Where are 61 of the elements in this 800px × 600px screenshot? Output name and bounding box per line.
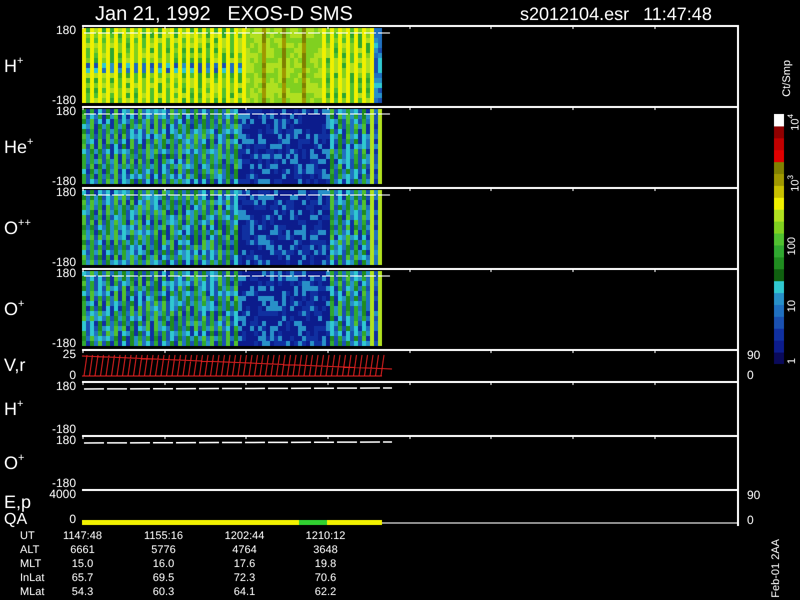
table-label: InLat <box>19 571 42 585</box>
table-cell-text: 64.1 <box>232 585 256 599</box>
table-cell-text: 15.0 <box>70 557 94 571</box>
table-label: UT <box>19 529 36 543</box>
axis-tick-label: 180 <box>56 268 76 279</box>
axis-tick-label: -180 <box>52 176 76 187</box>
axis-tick-label: 180 <box>56 187 76 198</box>
time-label: 11:47:48 <box>643 3 712 25</box>
axis-tick-label: 180 <box>56 25 76 36</box>
axis-tick-label: 180 <box>56 106 76 117</box>
table-cell-text: 1202:44 <box>224 529 266 543</box>
axis-tick-label: 0 <box>747 514 755 526</box>
axis-tick-label: 0 <box>747 369 755 381</box>
file-name: s2012104.esr <box>520 3 630 25</box>
axis-tick-label: 25 <box>62 349 76 360</box>
colorbar-tick-label: 100 <box>786 237 799 256</box>
panel-label: O$^{+}$ <box>4 452 24 472</box>
table-cell-text: 69.5 <box>152 571 176 585</box>
colorbar-tick-label: 10 <box>786 300 799 313</box>
panel-label: O$^{+}$ <box>4 299 24 318</box>
table-cell-text: 1155:16 <box>143 529 184 543</box>
table-cell-text: 3648 <box>312 543 339 557</box>
table-label: MLT <box>19 557 42 571</box>
table-cell-text: 1147:48 <box>62 529 103 543</box>
table-cell-text: 16.0 <box>152 557 176 571</box>
axis-tick-label: -180 <box>52 95 76 106</box>
table-label: MLat <box>19 585 42 599</box>
table-cell-text: 54.3 <box>70 585 94 599</box>
table-cell-text: 5776 <box>150 543 177 557</box>
table-cell-text: 17.6 <box>232 557 256 571</box>
unit-label: Ct/Smp <box>781 60 793 97</box>
axis-tick-label: 0 <box>69 514 76 525</box>
table-cell-text: 1210:12 <box>304 529 346 543</box>
plot-title: Jan 21, 1992 EXOS-D SMS <box>95 3 354 25</box>
version-label: Feb-01 2AA <box>770 539 782 598</box>
table-cell-text: 4764 <box>231 543 258 557</box>
table-cell-text: 70.6 <box>314 571 338 585</box>
axis-tick-label: 4000 <box>49 489 76 500</box>
axis-tick-label: -180 <box>52 257 76 268</box>
panel-label: O$^{++}$ <box>4 218 31 237</box>
panel-label: QA <box>4 512 28 528</box>
axis-tick-label: 90 <box>747 349 762 361</box>
axis-tick-label: 0 <box>69 370 76 381</box>
table-cell-text: 72.3 <box>232 571 256 585</box>
table-cell-text: 60.3 <box>152 585 176 599</box>
table-cell-text: 62.2 <box>314 585 338 599</box>
panel-label: V,r <box>4 356 26 374</box>
axis-tick-label: 90 <box>747 489 762 501</box>
table-cell-text: 6661 <box>69 543 96 557</box>
table-label: ALT <box>19 543 40 557</box>
colorbar-tick-label: 1 <box>786 358 799 364</box>
axis-tick-label: 180 <box>56 381 76 392</box>
panel-label: E,p <box>4 492 32 510</box>
axis-tick-label: -180 <box>52 338 76 349</box>
axis-tick-label: 180 <box>56 435 76 446</box>
axis-tick-label: -180 <box>52 424 76 435</box>
axis-tick-label: -180 <box>52 478 76 489</box>
panel-label: He$^{+}$ <box>4 137 34 156</box>
panel-label: H$^{+}$ <box>4 398 24 418</box>
panel-label: H$^{+}$ <box>4 56 24 75</box>
table-cell-text: 19.8 <box>314 557 338 571</box>
